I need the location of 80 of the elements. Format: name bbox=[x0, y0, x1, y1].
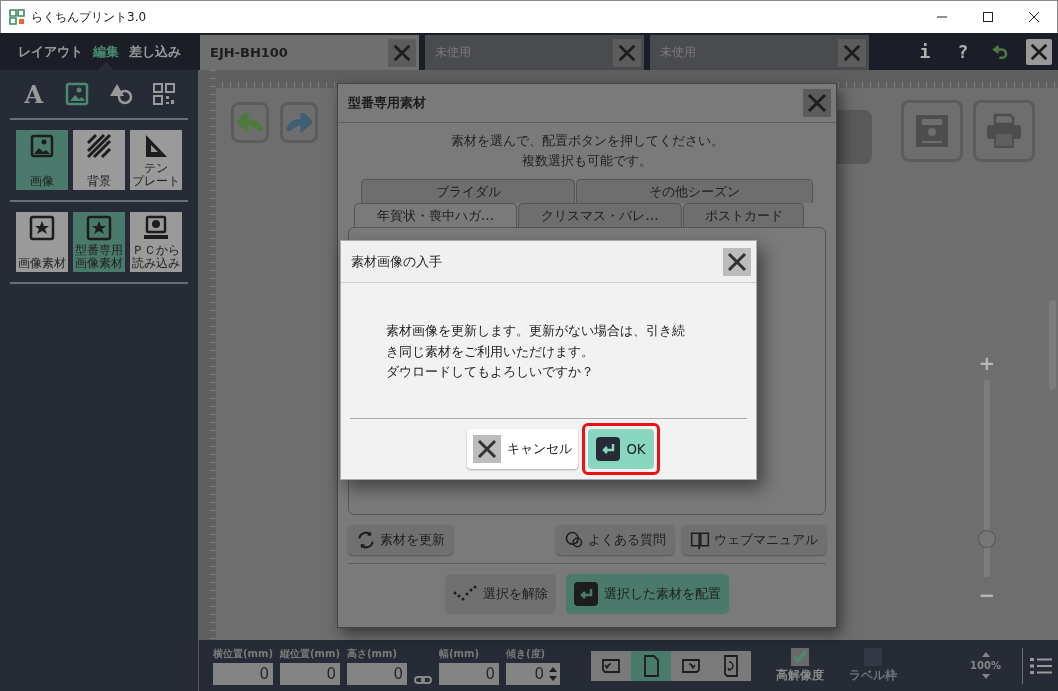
category-tab[interactable]: 年賀状・喪中ハガ… bbox=[354, 203, 517, 227]
mode-tab[interactable]: 差し込み bbox=[129, 33, 181, 70]
slider-thumb[interactable] bbox=[978, 529, 996, 548]
text-tool[interactable]: A bbox=[20, 81, 47, 107]
mode-tab[interactable]: レイアウト bbox=[18, 33, 83, 70]
tile-label: 画像素材 bbox=[18, 256, 66, 269]
tool-tile[interactable]: 背景 bbox=[73, 130, 125, 190]
laptop-icon bbox=[143, 215, 169, 241]
ok-button[interactable]: OK bbox=[588, 429, 654, 469]
tile-label: 読み込み bbox=[132, 256, 180, 269]
tool-tile[interactable]: ＰＣから 読み込み bbox=[130, 212, 182, 272]
tile-label: 型番専用 bbox=[75, 244, 123, 257]
mode-tab[interactable]: 編集 bbox=[93, 33, 119, 70]
tile-label: 画像素材 bbox=[75, 256, 123, 269]
tool-tile[interactable]: 画像素材 bbox=[16, 212, 68, 272]
category-tab[interactable]: その他シーズン bbox=[576, 179, 813, 203]
category-tab[interactable]: クリスマス・バレ… bbox=[518, 203, 682, 227]
portrait-orientation-button[interactable] bbox=[631, 650, 671, 681]
tile-label: テン bbox=[143, 162, 169, 175]
toolbar-button[interactable]: ? bbox=[950, 38, 976, 65]
up-arrow-icon[interactable] bbox=[981, 652, 990, 657]
window-title: らくちんプリント3.0 bbox=[31, 8, 148, 26]
tile-label: プレート bbox=[132, 174, 180, 187]
tool-tile[interactable]: 画像 bbox=[16, 130, 68, 190]
photo-icon bbox=[29, 133, 55, 159]
input-field[interactable]: 0 bbox=[439, 662, 499, 685]
dialog-title: 型番専用素材 bbox=[348, 94, 426, 112]
confirm-message: 素材画像を更新します。更新がない場合は、引き続き同じ素材をご利用いただけます。 bbox=[386, 322, 686, 361]
dotted-check-icon bbox=[453, 585, 477, 603]
zoom-out-button[interactable]: − bbox=[978, 586, 996, 604]
field-label: 傾き(度) bbox=[506, 646, 547, 661]
tile-label: 背景 bbox=[87, 174, 111, 187]
enter-icon bbox=[574, 582, 598, 606]
triangle-ruler-icon bbox=[143, 133, 169, 159]
input-field[interactable]: 0 bbox=[347, 662, 407, 685]
document-tab[interactable]: EJH-BH100 bbox=[200, 35, 419, 70]
close-icon[interactable] bbox=[723, 247, 751, 276]
down-arrow-icon[interactable] bbox=[981, 674, 990, 679]
speech-bubble-icon bbox=[564, 530, 584, 550]
dialog-title: 素材画像の入手 bbox=[351, 252, 442, 271]
confirm-question: ダウロードしてもよろしいですか？ bbox=[386, 363, 595, 381]
close-icon[interactable] bbox=[1026, 38, 1052, 65]
zoom-reading: 100% bbox=[970, 661, 1001, 670]
deselect-button[interactable]: 選択を解除 bbox=[445, 574, 556, 614]
input-field[interactable]: 0 bbox=[280, 662, 340, 685]
undo-arrow-icon bbox=[237, 112, 263, 133]
book-icon bbox=[690, 530, 710, 550]
field-label: 縦位置(mm) bbox=[280, 646, 340, 661]
input-field[interactable]: 0 bbox=[213, 662, 273, 685]
enter-icon bbox=[596, 437, 621, 461]
field-label: 横位置(mm) bbox=[213, 646, 273, 661]
instruction-text: 素材を選んで、配置ボタンを押してください。 bbox=[450, 132, 724, 150]
option-toggle[interactable]: 高解像度 bbox=[776, 648, 824, 683]
redo-arrow-icon bbox=[286, 112, 312, 133]
cancel-button[interactable]: キャンセル bbox=[467, 429, 579, 469]
manual-button[interactable]: ウェブマニュアル bbox=[682, 525, 826, 555]
instruction-text: 複数選択も可能です。 bbox=[522, 152, 652, 170]
faq-button[interactable]: よくある質問 bbox=[556, 525, 674, 555]
checkbox[interactable] bbox=[791, 648, 809, 666]
close-icon bbox=[473, 435, 502, 463]
category-tab[interactable]: ブライダル bbox=[361, 179, 575, 203]
refresh-button[interactable]: 素材を更新 bbox=[348, 525, 453, 555]
stripes-icon bbox=[86, 133, 112, 159]
tile-label: 画像 bbox=[30, 174, 54, 187]
place-button[interactable]: 選択した素材を配置 bbox=[566, 574, 729, 614]
toolbar-button[interactable]: i bbox=[912, 38, 938, 65]
zoom-in-button[interactable]: + bbox=[978, 354, 996, 372]
angle-spinner[interactable]: 0 bbox=[506, 662, 560, 685]
refresh-icon bbox=[356, 530, 376, 550]
image-tool-icon[interactable] bbox=[64, 81, 91, 107]
qr-tool-icon[interactable] bbox=[151, 81, 178, 107]
tool-tile[interactable]: 型番専用 画像素材 bbox=[73, 212, 125, 272]
printer-icon bbox=[986, 113, 1022, 149]
field-label: 幅(mm) bbox=[439, 646, 480, 661]
tile-label: ＰＣから bbox=[132, 244, 180, 257]
tool-tile[interactable]: テン プレート bbox=[130, 130, 182, 190]
chain-link-icon[interactable] bbox=[414, 675, 432, 685]
category-tab[interactable]: ポストカード bbox=[683, 203, 804, 227]
app-logo-icon bbox=[9, 9, 25, 25]
field-label: 高さ(mm) bbox=[347, 646, 398, 661]
